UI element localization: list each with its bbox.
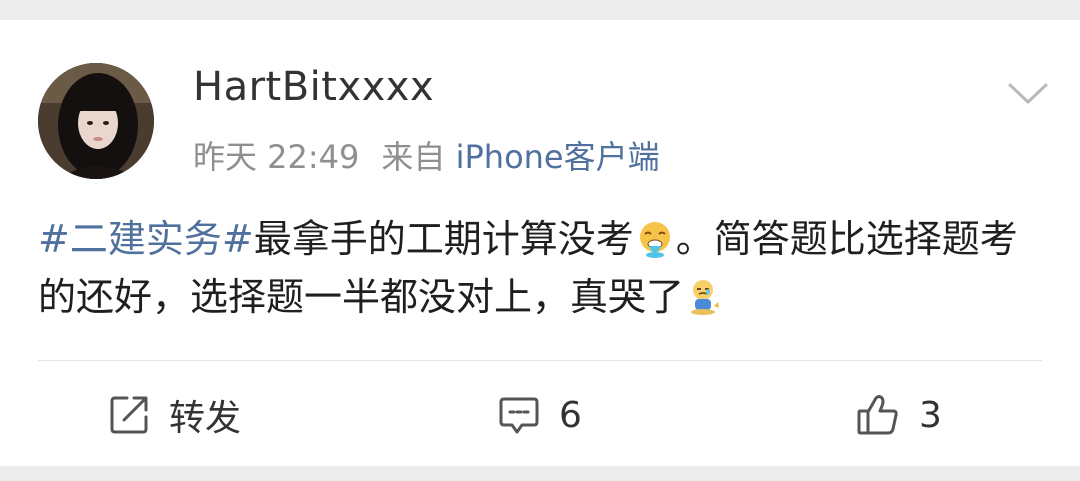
vomit-face-emoji	[639, 222, 670, 258]
source-prefix: 来自	[381, 138, 446, 176]
comment-button[interactable]: 6	[497, 380, 582, 450]
repost-label: 转发	[169, 398, 242, 439]
more-options-button[interactable]	[1006, 78, 1050, 108]
weibo-post-card: HartBitxxxx 昨天 22:49 来自 iPhone客户端 #二建实务#最…	[0, 20, 1080, 466]
crying-sitting-emoji	[691, 280, 720, 315]
like-button[interactable]: 3	[855, 380, 942, 450]
post-text-part1: 最拿手的工期计算没考	[253, 217, 634, 261]
username[interactable]: HartBitxxxx	[193, 64, 434, 110]
avatar[interactable]	[38, 63, 154, 179]
comment-count: 6	[559, 394, 582, 436]
source-app-link[interactable]: iPhone客户端	[456, 138, 660, 176]
comment-icon	[499, 397, 539, 434]
divider	[38, 360, 1042, 361]
hashtag-link[interactable]: #二建实务#	[38, 217, 254, 261]
post-time: 昨天 22:49	[193, 138, 360, 176]
avatar-image	[38, 63, 154, 179]
repost-icon	[110, 396, 148, 434]
repost-button[interactable]: 转发	[107, 380, 241, 450]
thumbs-up-icon	[857, 395, 898, 435]
chevron-down-icon	[1008, 83, 1048, 104]
like-count: 3	[919, 394, 942, 436]
action-bar: 转发 6 3	[0, 380, 1080, 450]
post-text: #二建实务#最拿手的工期计算没考 。简答题比选择题考的还好，选择题一半都没对上，…	[38, 210, 1048, 326]
post-meta: 昨天 22:49 来自 iPhone客户端	[193, 132, 660, 178]
